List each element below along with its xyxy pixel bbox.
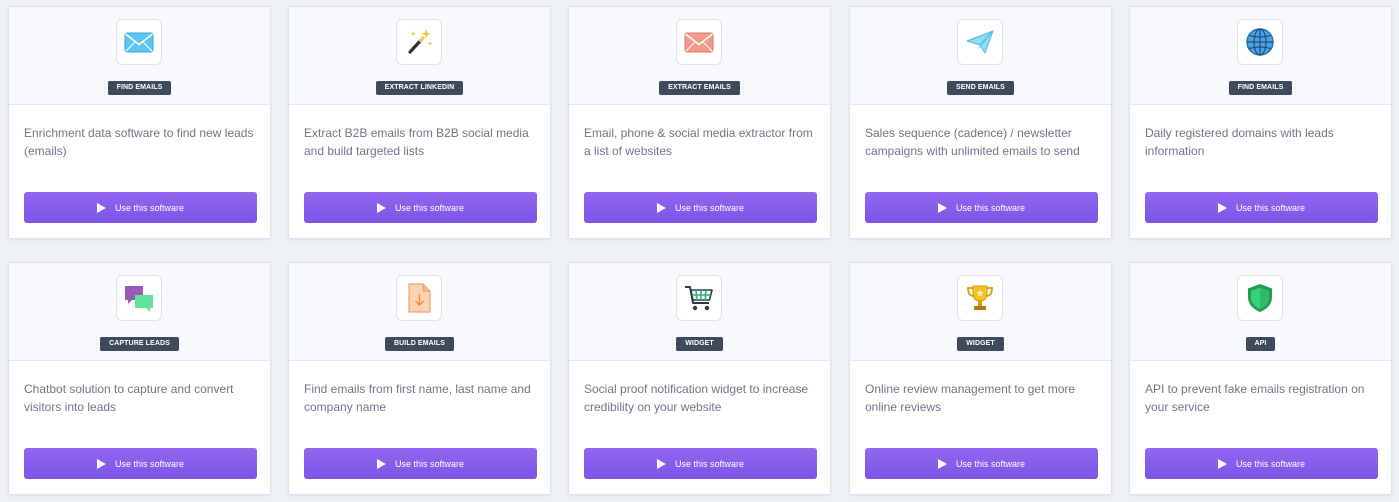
software-card-extract-emails: EXTRACT EMAILS Email, phone & social med… xyxy=(568,6,831,239)
card-icon-box xyxy=(957,275,1003,321)
card-description: API to prevent fake emails registration … xyxy=(1145,382,1365,414)
button-label: Use this software xyxy=(114,458,185,469)
software-card-send-emails: SEND EMAILS Sales sequence (cadence) / n… xyxy=(849,6,1112,239)
envelope-icon xyxy=(122,25,156,59)
card-description: Email, phone & social media extractor fr… xyxy=(584,126,813,158)
paper-plane-icon xyxy=(963,25,997,59)
card-icon-box xyxy=(116,19,162,65)
software-card-domains: FIND EMAILS Daily registered domains wit… xyxy=(1129,6,1392,239)
card-icon-box xyxy=(396,275,442,321)
play-icon xyxy=(937,458,947,469)
software-card-api: API API to prevent fake emails registrat… xyxy=(1129,262,1392,495)
card-header: EXTRACT LINKEDIN xyxy=(289,7,550,105)
play-icon xyxy=(376,458,386,469)
category-tag: SEND EMAILS xyxy=(947,81,1014,95)
card-description: Extract B2B emails from B2B social media… xyxy=(304,126,529,158)
button-label: Use this software xyxy=(114,202,185,213)
card-header: EXTRACT EMAILS xyxy=(569,7,830,105)
use-software-button[interactable]: Use this software xyxy=(1145,448,1378,479)
play-icon xyxy=(656,458,666,469)
button-label: Use this software xyxy=(394,202,465,213)
card-header: FIND EMAILS xyxy=(1130,7,1391,105)
card-description: Enrichment data software to find new lea… xyxy=(24,126,254,158)
use-software-button[interactable]: Use this software xyxy=(584,192,817,223)
category-tag: API xyxy=(1245,337,1276,351)
play-icon xyxy=(96,458,106,469)
category-tag: FIND EMAILS xyxy=(107,81,172,95)
category-tag: EXTRACT EMAILS xyxy=(659,81,740,95)
software-card-review-widget: WIDGET Online review management to get m… xyxy=(849,262,1112,495)
card-header: FIND EMAILS xyxy=(9,7,270,105)
card-icon-box xyxy=(676,19,722,65)
use-software-button[interactable]: Use this software xyxy=(304,448,537,479)
card-header: WIDGET xyxy=(569,263,830,361)
play-icon xyxy=(1217,458,1227,469)
document-download-icon xyxy=(402,281,436,315)
use-software-button[interactable]: Use this software xyxy=(304,192,537,223)
category-tag: EXTRACT LINKEDIN xyxy=(375,81,464,95)
trophy-icon xyxy=(963,281,997,315)
play-icon xyxy=(937,202,947,213)
category-tag: WIDGET xyxy=(676,337,723,351)
shield-icon xyxy=(1243,281,1277,315)
card-header: BUILD EMAILS xyxy=(289,263,550,361)
card-header: WIDGET xyxy=(850,263,1111,361)
play-icon xyxy=(1217,202,1227,213)
card-header: SEND EMAILS xyxy=(850,7,1111,105)
card-icon-box xyxy=(1237,19,1283,65)
card-description: Find emails from first name, last name a… xyxy=(304,382,531,414)
envelope-icon xyxy=(682,25,716,59)
software-card-find-emails: FIND EMAILS Enrichment data software to … xyxy=(8,6,271,239)
card-icon-box xyxy=(1237,275,1283,321)
category-tag: BUILD EMAILS xyxy=(385,337,454,351)
software-card-capture-leads: CAPTURE LEADS Chatbot solution to captur… xyxy=(8,262,271,495)
category-tag: WIDGET xyxy=(957,337,1004,351)
magic-wand-icon xyxy=(402,25,436,59)
card-icon-box xyxy=(676,275,722,321)
globe-icon xyxy=(1243,25,1277,59)
button-label: Use this software xyxy=(955,458,1026,469)
play-icon xyxy=(96,202,106,213)
software-card-build-emails: BUILD EMAILS Find emails from first name… xyxy=(288,262,551,495)
card-description: Online review management to get more onl… xyxy=(865,382,1076,414)
category-tag: CAPTURE LEADS xyxy=(100,337,179,351)
use-software-button[interactable]: Use this software xyxy=(1145,192,1378,223)
use-software-button[interactable]: Use this software xyxy=(584,448,817,479)
button-label: Use this software xyxy=(394,458,465,469)
button-label: Use this software xyxy=(674,202,745,213)
button-label: Use this software xyxy=(674,458,745,469)
shopping-cart-icon xyxy=(682,281,716,315)
card-icon-box xyxy=(957,19,1003,65)
use-software-button[interactable]: Use this software xyxy=(24,192,257,223)
card-description: Sales sequence (cadence) / newsletter ca… xyxy=(865,126,1080,158)
software-card-social-proof-widget: WIDGET Social proof notification widget … xyxy=(568,262,831,495)
play-icon xyxy=(376,202,386,213)
card-description: Daily registered domains with leads info… xyxy=(1145,126,1334,158)
use-software-button[interactable]: Use this software xyxy=(24,448,257,479)
button-label: Use this software xyxy=(1235,202,1306,213)
card-icon-box xyxy=(396,19,442,65)
card-description: Chatbot solution to capture and convert … xyxy=(24,382,234,414)
software-card-extract-linkedin: EXTRACT LINKEDIN Extract B2B emails from… xyxy=(288,6,551,239)
use-software-button[interactable]: Use this software xyxy=(865,448,1098,479)
category-tag: FIND EMAILS xyxy=(1228,81,1293,95)
button-label: Use this software xyxy=(955,202,1026,213)
play-icon xyxy=(656,202,666,213)
card-header: CAPTURE LEADS xyxy=(9,263,270,361)
card-icon-box xyxy=(116,275,162,321)
card-header: API xyxy=(1130,263,1391,361)
use-software-button[interactable]: Use this software xyxy=(865,192,1098,223)
chat-bubbles-icon xyxy=(122,281,156,315)
card-description: Social proof notification widget to incr… xyxy=(584,382,809,414)
button-label: Use this software xyxy=(1235,458,1306,469)
